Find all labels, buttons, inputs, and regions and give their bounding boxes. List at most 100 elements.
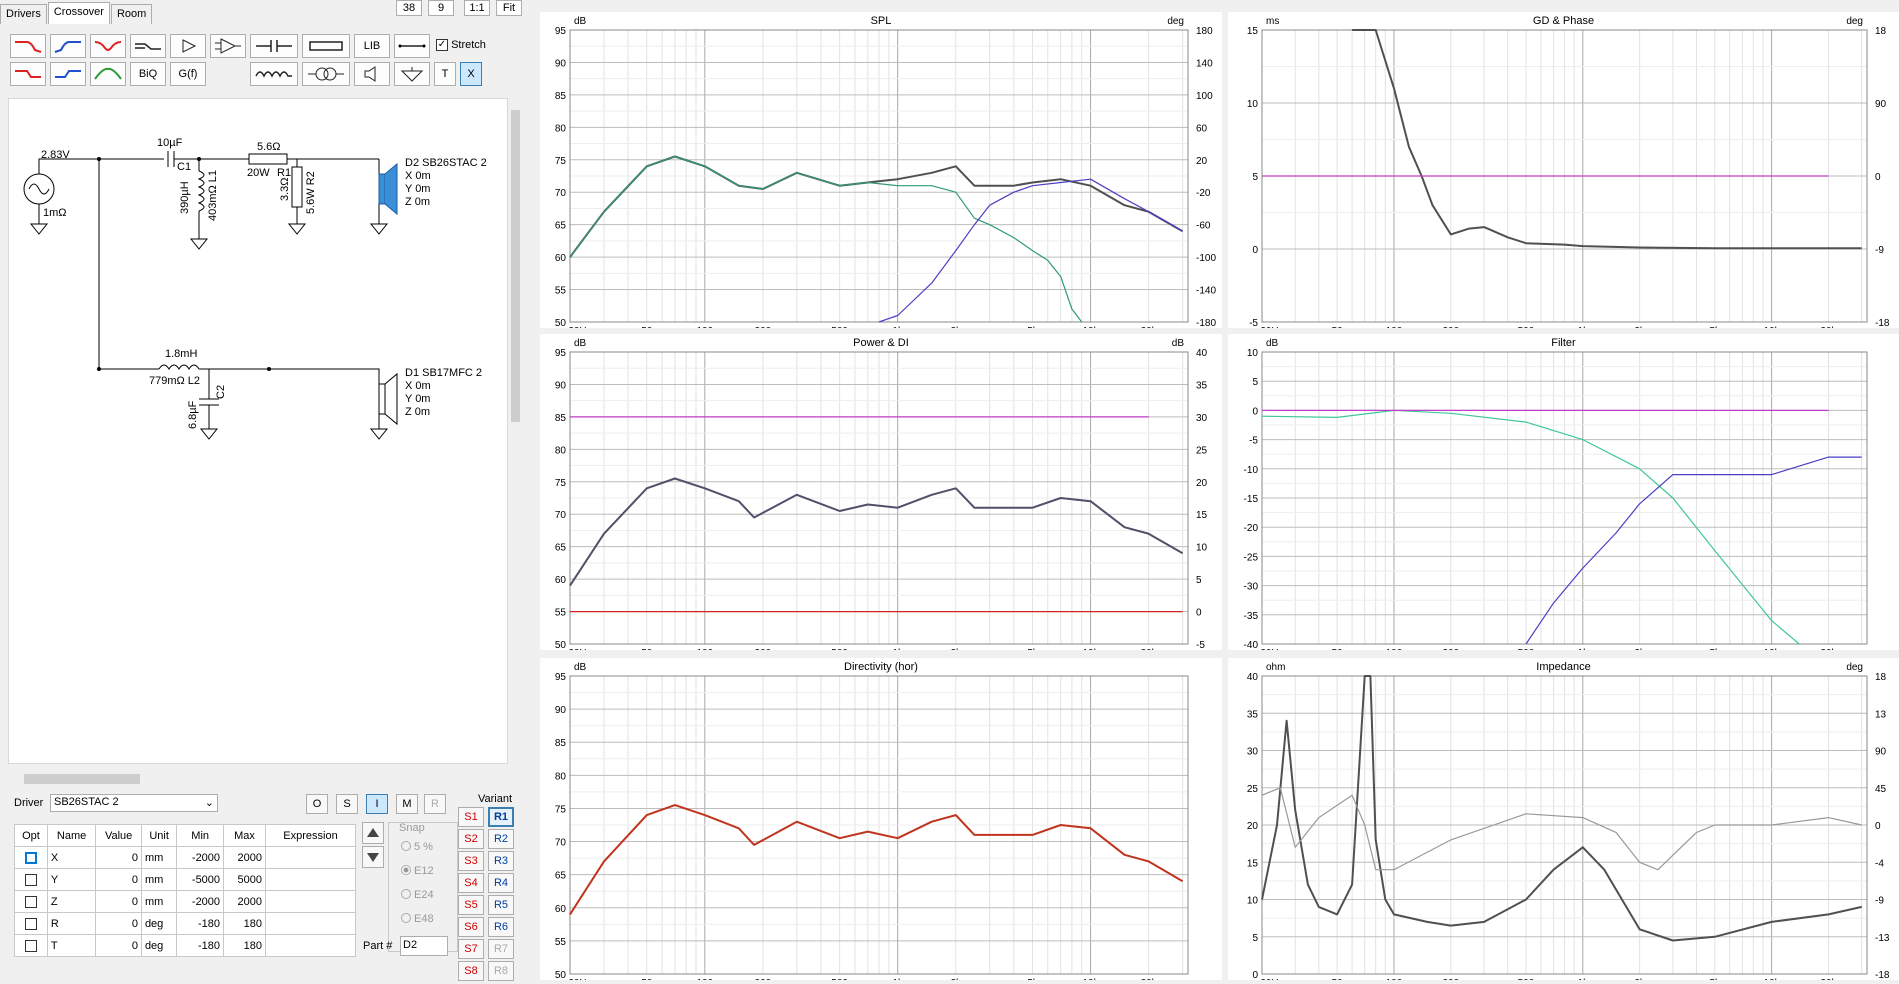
schematic-horizontal-scroll-thumb[interactable] xyxy=(24,774,140,784)
text-button[interactable]: T xyxy=(434,62,456,86)
gd-phase-chart-panel[interactable]: 151050-518900-9-1820Hz501002005001k2k5k1… xyxy=(1228,12,1899,328)
stretch-checkbox[interactable]: ✓ Stretch xyxy=(436,39,486,52)
variant-r7-button[interactable]: R7 xyxy=(488,939,514,959)
table-row[interactable]: X 0 mm -2000 2000 xyxy=(14,846,356,869)
variant-s5-button[interactable]: S5 xyxy=(458,895,484,915)
x-tick-label: 100 xyxy=(1386,648,1403,650)
mode-m-button[interactable]: M xyxy=(396,794,418,814)
opt-checkbox[interactable] xyxy=(24,895,37,908)
spl-chart-panel[interactable]: 95 90 85 80 75 70 65 60 55 50 180 140 100 60 20 -20 -60 -… xyxy=(540,12,1222,328)
variant-s3-button[interactable]: S3 xyxy=(458,851,484,871)
part-input[interactable]: D2 xyxy=(400,936,448,956)
y-tick-label: 0 xyxy=(1252,245,1258,256)
variant-r2-button[interactable]: R2 xyxy=(488,829,514,849)
highpass-1-button[interactable] xyxy=(50,34,86,58)
r1-value-label: 5.6Ω xyxy=(257,141,281,153)
tab-crossover[interactable]: Crossover xyxy=(47,2,110,24)
lowpass-2-button[interactable] xyxy=(10,62,46,86)
chart-svg: 1050-5-10-15-20-25-30-35-4020Hz501002005… xyxy=(1244,337,1868,650)
schematic-canvas[interactable]: 2.83V 1mΩ 10µF C1 390µH 403mΩ L1 5.6Ω 20… xyxy=(8,98,508,764)
move-down-button[interactable] xyxy=(362,846,384,868)
capacitor-button[interactable] xyxy=(250,34,298,58)
zoom-1to1-button[interactable]: 1:1 xyxy=(464,0,490,16)
table-row[interactable]: T 0 deg -180 180 xyxy=(14,934,356,957)
d2-name-label: D2 SB26STAC 2 xyxy=(405,157,487,169)
snap-option[interactable]: E48 xyxy=(401,913,434,925)
variant-r3-button[interactable]: R3 xyxy=(488,851,514,871)
filter-chart-panel[interactable]: 1050-5-10-15-20-25-30-35-4020Hz501002005… xyxy=(1228,334,1899,650)
lowpass-icon xyxy=(15,41,42,53)
mode-i-button[interactable]: I xyxy=(366,794,388,814)
mode-s-button[interactable]: S xyxy=(336,794,358,814)
mode-r-button[interactable]: R xyxy=(424,794,446,814)
tab-drivers[interactable]: Drivers xyxy=(0,4,47,24)
opt-checkbox[interactable] xyxy=(24,917,37,930)
snap-option[interactable]: E24 xyxy=(401,889,434,901)
impedance-chart-panel[interactable]: 4035302520151050181390450-4-9-13-1820Hz5… xyxy=(1228,658,1899,980)
y-tick-label: 35 xyxy=(1247,709,1259,720)
lowpass-1-button[interactable] xyxy=(10,34,46,58)
table-row[interactable]: Y 0 mm -5000 5000 xyxy=(14,868,356,891)
variant-r6-button[interactable]: R6 xyxy=(488,917,514,937)
y2-tick-label: -140 xyxy=(1196,286,1216,297)
x-tick-label: 2k xyxy=(1634,326,1646,328)
table-row[interactable]: R 0 deg -180 180 xyxy=(14,912,356,935)
speaker-button[interactable] xyxy=(354,62,390,86)
table-row[interactable]: Z 0 mm -2000 2000 xyxy=(14,890,356,913)
highpass-2-button[interactable] xyxy=(50,62,86,86)
resistor-button[interactable] xyxy=(302,34,350,58)
biquad-button[interactable]: BiQ xyxy=(130,62,166,86)
zoom-step-input[interactable]: 9 xyxy=(428,0,454,16)
zoom-fit-button[interactable]: Fit xyxy=(496,0,522,16)
opamp-button[interactable] xyxy=(210,34,246,58)
y-tick-label: 30 xyxy=(1247,747,1259,758)
zoom-value-input[interactable]: 38 xyxy=(396,0,422,16)
opt-checkbox[interactable] xyxy=(24,939,37,952)
variant-s7-button[interactable]: S7 xyxy=(458,939,484,959)
power-di-chart-panel[interactable]: 959085807570656055504035302520151050-520… xyxy=(540,334,1222,650)
inductor-button[interactable] xyxy=(250,62,298,86)
variant-s8-button[interactable]: S8 xyxy=(458,961,484,981)
tab-room[interactable]: Room xyxy=(110,4,153,24)
amp-button[interactable] xyxy=(170,34,206,58)
variant-s1-button[interactable]: S1 xyxy=(458,807,484,827)
y2-tick-label: 20 xyxy=(1196,478,1208,489)
variant-r5-button[interactable]: R5 xyxy=(488,895,514,915)
x-button[interactable]: X xyxy=(460,62,482,86)
lib-button[interactable]: LIB xyxy=(354,34,390,58)
variant-s4-button[interactable]: S4 xyxy=(458,873,484,893)
y2-tick-label: -100 xyxy=(1196,253,1216,264)
col-value: Value xyxy=(95,824,142,847)
variant-s6-button[interactable]: S6 xyxy=(458,917,484,937)
directivity-chart-panel[interactable]: 9590858075706560555020Hz501002005001k2k5… xyxy=(540,658,1222,980)
x-tick-label: 10k xyxy=(1083,978,1100,980)
mode-o-button[interactable]: O xyxy=(306,794,328,814)
bandpass-button[interactable] xyxy=(90,62,126,86)
opt-checkbox[interactable] xyxy=(24,851,37,864)
transformer-button[interactable] xyxy=(302,62,350,86)
variant-r8-button[interactable]: R8 xyxy=(488,961,514,981)
ground-button[interactable] xyxy=(394,62,430,86)
variant-r1-button[interactable]: R1 xyxy=(488,807,514,827)
driver-select[interactable]: SB26STAC 2 ⌄ xyxy=(50,794,218,812)
move-up-button[interactable] xyxy=(362,822,384,844)
snap-option[interactable]: 5 % xyxy=(401,841,433,853)
x-tick-label: 50 xyxy=(641,978,653,980)
wire-button[interactable] xyxy=(394,34,430,58)
x-tick-label: 200 xyxy=(755,978,772,980)
highpass-step-icon xyxy=(55,70,81,78)
y-tick-label: 0 xyxy=(1252,970,1258,980)
variant-r4-button[interactable]: R4 xyxy=(488,873,514,893)
variant-s2-button[interactable]: S2 xyxy=(458,829,484,849)
ground-icon xyxy=(400,67,424,82)
snap-option[interactable]: E12 xyxy=(401,865,434,877)
x-tick-label: 20k xyxy=(1820,978,1837,980)
notch-button[interactable] xyxy=(90,34,126,58)
shelf-button[interactable] xyxy=(130,34,166,58)
y-tick-label: 70 xyxy=(555,188,567,199)
schematic-vertical-scroll-thumb[interactable] xyxy=(511,110,520,422)
resistor-icon xyxy=(309,41,343,51)
transfer-function-button[interactable]: G(f) xyxy=(170,62,206,86)
opt-checkbox[interactable] xyxy=(24,873,37,886)
lowpass-step-icon xyxy=(15,70,41,78)
